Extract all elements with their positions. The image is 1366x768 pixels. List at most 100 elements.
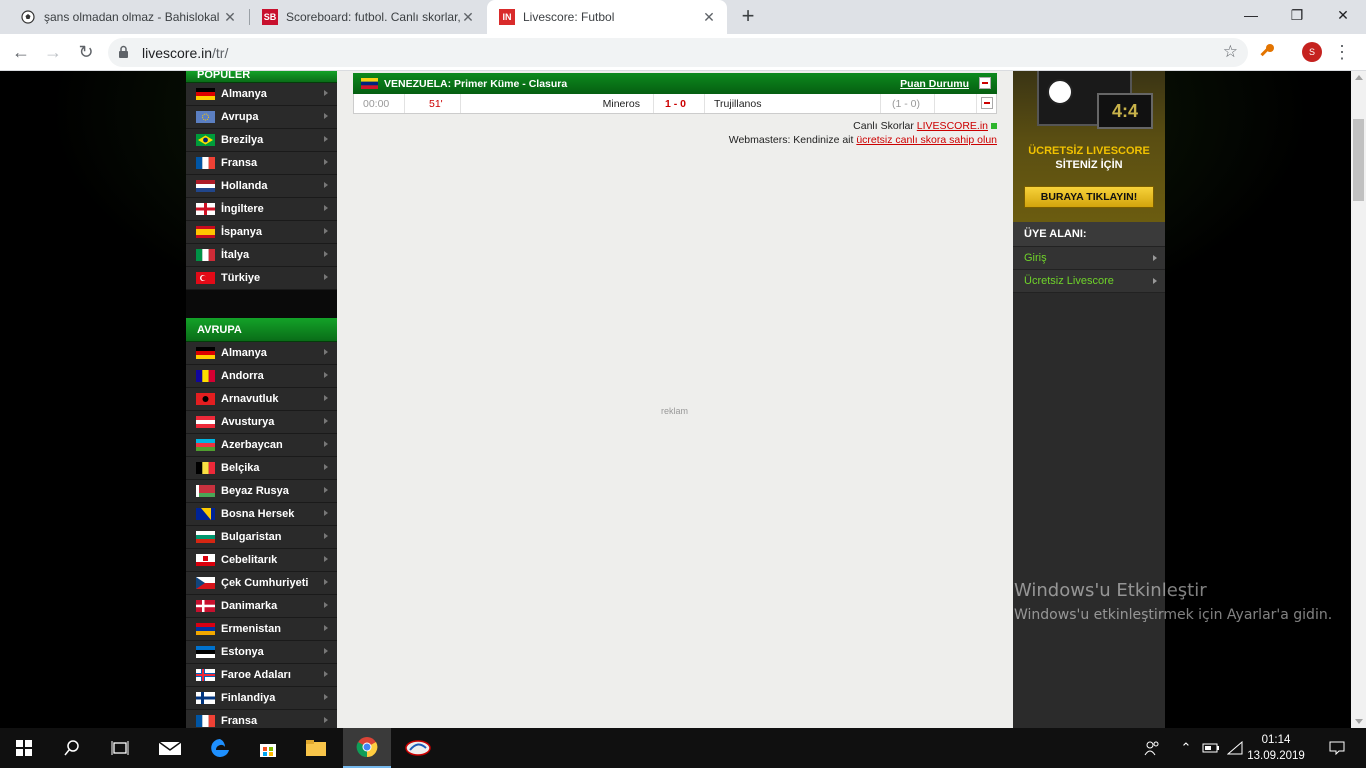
tab-title: Livescore: Futbol xyxy=(523,10,615,24)
close-tab-icon[interactable]: ✕ xyxy=(222,9,238,26)
livescore-link[interactable]: LIVESCORE.in xyxy=(917,120,988,132)
standings-link[interactable]: Puan Durumu xyxy=(900,78,969,90)
sidebar-item-nl[interactable]: Hollanda xyxy=(186,175,337,198)
more-menu-icon[interactable]: ⋮ xyxy=(1332,40,1352,64)
promo-banner[interactable]: 4:4 ÜCRETSİZ LIVESCORE SİTENİZ İÇİN BURA… xyxy=(1013,71,1165,222)
activation-subtitle: Windows'u etkinleştirmek için Ayarlar'a … xyxy=(1014,607,1333,623)
sidebar-item-fr[interactable]: Fransa xyxy=(186,152,337,175)
sidebar-item-fi[interactable]: Finlandiya xyxy=(186,687,337,710)
address-bar[interactable]: livescore.in/tr/ ☆ xyxy=(108,38,1248,67)
back-arrow-icon[interactable]: ← xyxy=(8,39,34,65)
sidebar-item-cz[interactable]: Çek Cumhuriyeti xyxy=(186,572,337,595)
people-icon[interactable] xyxy=(1140,728,1164,768)
edge-browser-icon[interactable] xyxy=(196,728,244,768)
flag-eu-icon xyxy=(196,111,215,123)
store-icon[interactable] xyxy=(244,728,292,768)
flag-en-icon xyxy=(196,203,215,215)
flag-cz-icon xyxy=(196,577,215,589)
sidebar-item-label: Bosna Hersek xyxy=(221,508,295,520)
app-shortcut-icon[interactable] xyxy=(394,728,442,768)
wifi-icon[interactable] xyxy=(1224,728,1246,768)
page-scrollbar[interactable] xyxy=(1351,71,1366,728)
sidebar-item-label: Bulgaristan xyxy=(221,531,282,543)
key-extension-icon[interactable] xyxy=(1258,42,1276,60)
tab-livescore[interactable]: IN Livescore: Futbol ✕ xyxy=(487,0,727,34)
match-row[interactable]: 00:00 51' Mineros 1 - 0 Trujillanos (1 -… xyxy=(353,94,997,114)
profile-avatar[interactable]: S xyxy=(1302,42,1322,62)
sidebar-item-bg[interactable]: Bulgaristan xyxy=(186,526,337,549)
flag-br-icon xyxy=(196,134,215,146)
battery-icon[interactable] xyxy=(1200,728,1222,768)
soccer-ball-icon xyxy=(20,9,36,25)
flag-es-icon xyxy=(196,226,215,238)
sidebar-item-de[interactable]: Almanya xyxy=(186,342,337,365)
sidebar-item-eu[interactable]: Avrupa xyxy=(186,106,337,129)
close-tab-icon[interactable]: ✕ xyxy=(701,9,717,26)
taskbar-clock[interactable]: 01:14 13.09.2019 xyxy=(1246,732,1306,764)
sidebar-item-br[interactable]: Brezilya xyxy=(186,129,337,152)
sidebar-item-fr[interactable]: Fransa xyxy=(186,710,337,728)
flag-ba-icon xyxy=(196,508,215,520)
flag-dk-icon xyxy=(196,600,215,612)
lock-icon xyxy=(118,45,129,59)
tab-bahislokal[interactable]: şans olmadan olmaz - Bahislokal ✕ xyxy=(8,0,248,34)
sidebar-item-fo[interactable]: Faroe Adaları xyxy=(186,664,337,687)
popular-heading: POPÜLER xyxy=(186,71,337,83)
free-livescore-item[interactable]: Ücretsiz Livescore xyxy=(1013,270,1165,293)
arrow-right-icon xyxy=(324,602,328,608)
scroll-down-icon[interactable] xyxy=(1355,719,1363,724)
sidebar-item-by[interactable]: Beyaz Rusya xyxy=(186,480,337,503)
mail-icon[interactable] xyxy=(146,728,194,768)
search-icon[interactable] xyxy=(48,728,96,768)
match-remove-button[interactable] xyxy=(981,97,993,109)
sidebar-item-label: Almanya xyxy=(221,347,267,359)
flag-bg-icon xyxy=(196,531,215,543)
arrow-right-icon xyxy=(324,349,328,355)
cell-divider xyxy=(976,94,977,113)
sidebar-item-label: Cebelitarık xyxy=(221,554,278,566)
sidebar-item-ba[interactable]: Bosna Hersek xyxy=(186,503,337,526)
sidebar-item-en[interactable]: İngiltere xyxy=(186,198,337,221)
reload-icon[interactable]: ↻ xyxy=(73,39,99,65)
sidebar-item-de[interactable]: Almanya xyxy=(186,83,337,106)
notifications-icon[interactable] xyxy=(1320,728,1354,768)
new-tab-button[interactable]: + xyxy=(736,4,760,28)
chevron-up-icon[interactable]: ⌃ xyxy=(1176,728,1196,768)
venezuela-flag-icon xyxy=(361,78,378,89)
credit-block: Canlı Skorlar LIVESCORE.in Webmasters: K… xyxy=(729,119,997,147)
sidebar-item-ee[interactable]: Estonya xyxy=(186,641,337,664)
sidebar-item-it[interactable]: İtalya xyxy=(186,244,337,267)
free-livescore-link[interactable]: ücretsiz canlı skora sahip olun xyxy=(856,134,997,146)
sidebar-item-ad[interactable]: Andorra xyxy=(186,365,337,388)
sidebar-item-dk[interactable]: Danimarka xyxy=(186,595,337,618)
tab-scoreboard[interactable]: SB Scoreboard: futbol. Canlı skorlar, ✕ xyxy=(250,0,486,34)
click-here-button[interactable]: BURAYA TIKLAYIN! xyxy=(1024,186,1154,208)
sidebar-item-gi[interactable]: Cebelitarık xyxy=(186,549,337,572)
sidebar-item-at[interactable]: Avusturya xyxy=(186,411,337,434)
close-window-button[interactable]: ✕ xyxy=(1320,0,1366,30)
sidebar-item-label: Avrupa xyxy=(221,111,259,123)
sidebar-item-al[interactable]: Arnavutluk xyxy=(186,388,337,411)
bookmark-star-icon[interactable]: ☆ xyxy=(1223,42,1238,62)
sidebar-item-tr[interactable]: Türkiye xyxy=(186,267,337,290)
restore-button[interactable]: ❐ xyxy=(1274,0,1320,30)
file-explorer-icon[interactable] xyxy=(292,728,340,768)
arrow-right-icon xyxy=(324,372,328,378)
close-tab-icon[interactable]: ✕ xyxy=(460,9,476,26)
arrow-right-icon xyxy=(324,418,328,424)
url-path: /tr/ xyxy=(212,45,229,61)
login-link[interactable]: Giriş xyxy=(1013,247,1165,270)
task-view-icon[interactable] xyxy=(96,728,144,768)
scroll-up-icon[interactable] xyxy=(1355,75,1363,80)
windows-start-icon[interactable] xyxy=(0,728,48,768)
forward-arrow-icon[interactable]: → xyxy=(40,39,66,65)
sidebar-item-am[interactable]: Ermenistan xyxy=(186,618,337,641)
chrome-icon[interactable] xyxy=(343,728,391,768)
scrollbar-thumb[interactable] xyxy=(1353,119,1364,201)
sidebar-item-be[interactable]: Belçika xyxy=(186,457,337,480)
arrow-right-icon xyxy=(324,487,328,493)
sidebar-item-az[interactable]: Azerbaycan xyxy=(186,434,337,457)
collapse-league-button[interactable] xyxy=(979,77,991,89)
sidebar-item-es[interactable]: İspanya xyxy=(186,221,337,244)
minimize-button[interactable]: — xyxy=(1228,0,1274,30)
